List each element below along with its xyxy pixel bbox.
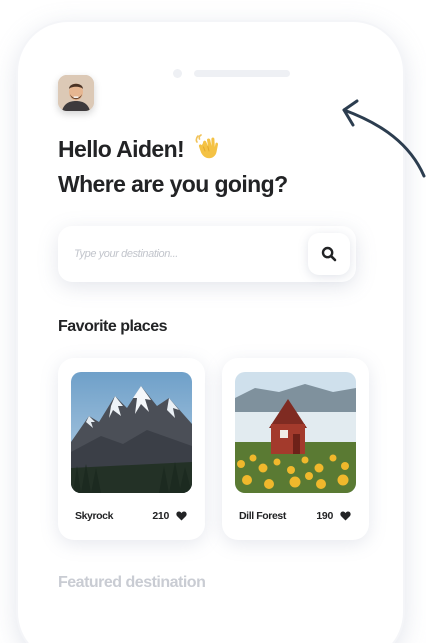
greeting-block: Hello Aiden! Where are you going? [58,133,288,200]
place-image [235,372,356,493]
place-image [71,372,192,493]
avatar[interactable] [58,75,94,111]
avatar-photo [58,75,94,111]
greeting-text: Hello Aiden! [58,136,185,162]
question-text: Where are you going? [58,170,288,197]
search-input[interactable] [74,242,294,266]
place-card-skyrock[interactable]: Skyrock 210 [58,358,205,540]
waving-hand-icon [194,134,220,168]
speaker-bar [194,70,290,77]
heart-icon[interactable] [176,511,187,521]
place-name: Skyrock [75,510,114,522]
arrow-icon [342,99,426,178]
search-bar [58,226,356,282]
place-name: Dill Forest [239,510,286,522]
search-icon [321,246,337,262]
like-count: 190 [316,510,333,522]
like-count: 210 [152,510,169,522]
heart-icon[interactable] [340,511,351,521]
featured-destination-title: Featured destination [58,574,206,591]
place-card-dill-forest[interactable]: Dill Forest 190 [222,358,369,540]
camera-dot [173,69,182,78]
search-button[interactable] [308,233,350,275]
favorite-places-title: Favorite places [58,318,168,335]
